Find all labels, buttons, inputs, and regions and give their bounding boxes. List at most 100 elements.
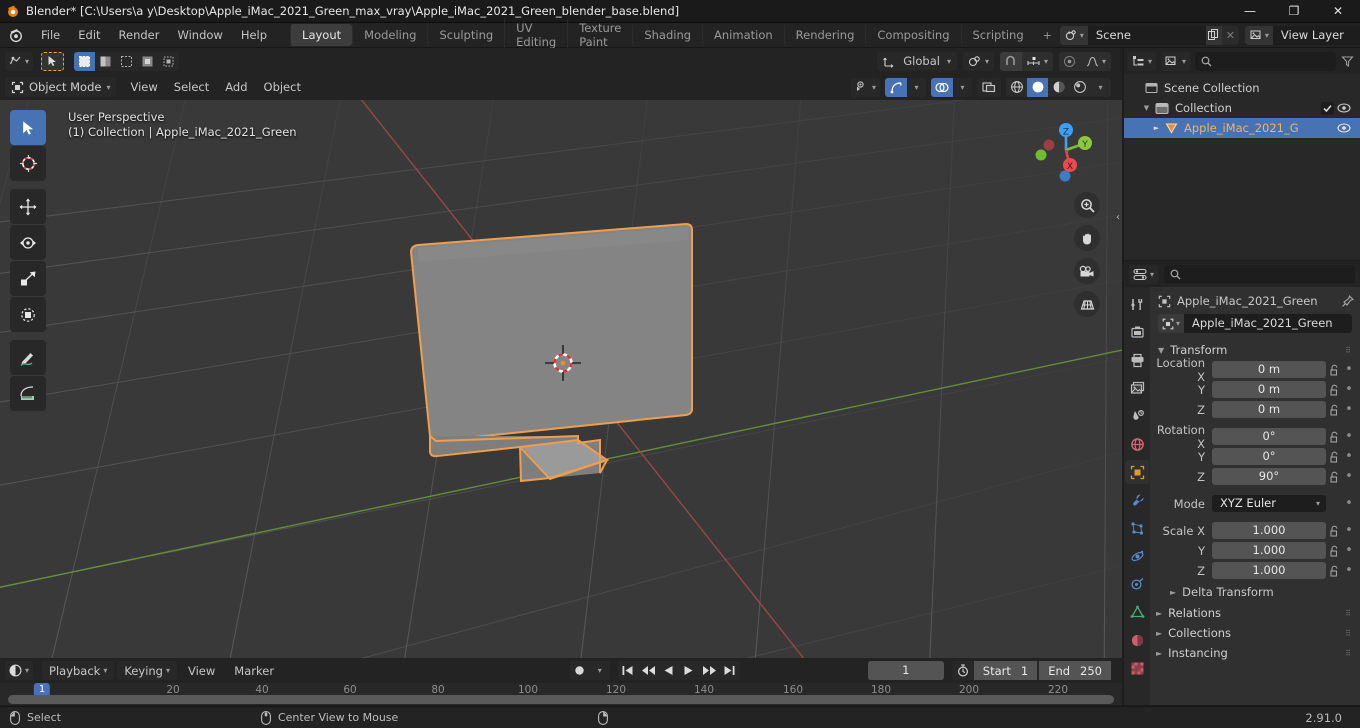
viewport-menu-view[interactable]: View	[122, 77, 165, 97]
workspace-tab-compositing[interactable]: Compositing	[865, 24, 960, 46]
animate-property-dot[interactable]: •	[1342, 429, 1356, 444]
disclosure-triangle-icon[interactable]: ▼	[1142, 104, 1151, 112]
outliner-row-scene-collection[interactable]: Scene Collection	[1124, 78, 1360, 98]
measure-tool[interactable]	[10, 376, 46, 411]
snap-magnet-icon[interactable]	[999, 51, 1022, 71]
frame-end-field[interactable]: End 250	[1039, 661, 1111, 680]
interaction-mode-dropdown[interactable]: Object Mode ▾	[5, 77, 117, 97]
tweak-tool-icon[interactable]	[41, 51, 65, 71]
visibility-selectability-dropdown[interactable]: ▾	[850, 77, 880, 97]
panel-drag-dots[interactable]: ⠿	[1345, 609, 1352, 618]
select-invert-icon[interactable]	[137, 52, 158, 71]
collection-visibility-eye-icon[interactable]	[1334, 103, 1354, 113]
properties-editor-type-icon[interactable]: ▾	[1129, 264, 1159, 284]
select-extend-icon[interactable]	[95, 52, 116, 71]
sidebar-toggle-arrow-icon[interactable]: ‹	[1116, 212, 1120, 223]
pan-hand-icon[interactable]	[1074, 225, 1100, 251]
panel-collapse-triangle-icon[interactable]: ►	[1156, 609, 1162, 618]
transform-orientation-dropdown[interactable]: Global ▾	[877, 51, 957, 71]
jump-to-next-keyframe-icon[interactable]	[699, 661, 720, 680]
outliner-display-mode-dropdown[interactable]: ▾	[1161, 51, 1191, 71]
rotation-z-row[interactable]: Z 90° •	[1154, 467, 1356, 486]
scale-y-row[interactable]: Y 1.000 •	[1154, 541, 1356, 560]
show-overlays-icon[interactable]	[931, 77, 953, 97]
constraints-tab[interactable]	[1125, 572, 1149, 596]
disclosure-triangle-icon[interactable]: ►	[1152, 124, 1161, 132]
transform-tool[interactable]	[10, 297, 46, 332]
animate-property-dot[interactable]: •	[1342, 523, 1356, 538]
select-set-icon[interactable]	[74, 51, 96, 71]
lock-icon[interactable]	[1326, 565, 1342, 577]
outliner-row-collection[interactable]: ▼ Collection	[1124, 98, 1360, 118]
frame-start-field[interactable]: Start 1	[973, 661, 1038, 680]
object-data-tab[interactable]	[1125, 600, 1149, 624]
animate-property-dot[interactable]: •	[1342, 543, 1356, 558]
menu-file[interactable]: File	[32, 25, 69, 45]
scale-x-value[interactable]: 1.000	[1212, 522, 1326, 539]
cursor-tool[interactable]	[10, 146, 46, 181]
panel-drag-dots[interactable]: ⠿	[1345, 346, 1352, 355]
rotation-y-row[interactable]: Y 0° •	[1154, 447, 1356, 466]
animate-property-dot[interactable]: •	[1342, 469, 1356, 484]
shading-rendered-icon[interactable]	[1069, 78, 1090, 97]
location-x-value[interactable]: 0 m	[1212, 361, 1326, 378]
lock-icon[interactable]	[1326, 451, 1342, 463]
zoom-icon[interactable]	[1074, 192, 1100, 218]
3d-viewport[interactable]: User Perspective (1) Collection | Apple_…	[0, 100, 1122, 658]
scale-z-row[interactable]: Z 1.000 •	[1154, 561, 1356, 580]
select-subtract-icon[interactable]	[116, 52, 137, 71]
physics-tab[interactable]	[1125, 544, 1149, 568]
play-icon[interactable]	[679, 661, 699, 680]
shading-solid-icon[interactable]	[1027, 77, 1048, 97]
lock-icon[interactable]	[1326, 431, 1342, 443]
workspace-tab-modeling[interactable]: Modeling	[352, 24, 427, 46]
outliner-search-input[interactable]	[1195, 51, 1336, 71]
texture-tab[interactable]	[1125, 656, 1149, 680]
proportional-editing-icon[interactable]	[1059, 52, 1081, 71]
blender-menu-icon[interactable]	[8, 27, 24, 43]
lock-icon[interactable]	[1326, 525, 1342, 537]
object-tab[interactable]	[1125, 460, 1149, 484]
render-tab[interactable]	[1125, 320, 1149, 344]
play-reverse-icon[interactable]	[659, 661, 679, 680]
annotate-tool[interactable]	[10, 340, 46, 375]
object-name-value[interactable]: Apple_iMac_2021_Green	[1184, 314, 1352, 333]
animate-property-dot[interactable]: •	[1342, 449, 1356, 464]
maximize-button[interactable]: ❐	[1272, 0, 1316, 23]
rotation-x-value[interactable]: 0°	[1212, 428, 1326, 445]
panel-expand-triangle-icon[interactable]: ▼	[1158, 346, 1164, 355]
workspace-tab-sculpting[interactable]: Sculpting	[427, 24, 504, 46]
workspace-tab-layout[interactable]: Layout	[290, 24, 353, 46]
use-preview-range-icon[interactable]	[952, 664, 974, 677]
scene-selector[interactable]: ▾ Scene ✕	[1059, 25, 1239, 45]
workspace-tab-scripting[interactable]: Scripting	[960, 24, 1035, 46]
view-layer-tab[interactable]	[1125, 376, 1149, 400]
location-y-value[interactable]: 0 m	[1212, 381, 1326, 398]
pivot-point-dropdown[interactable]: ▾	[962, 51, 994, 71]
playback-menu[interactable]: Playback ▾	[42, 661, 115, 680]
scene-browse-icon[interactable]: ▾	[1059, 25, 1088, 45]
viewport-menu-object[interactable]: Object	[256, 77, 309, 97]
toggle-xray-icon[interactable]	[977, 77, 1001, 97]
panel-drag-dots[interactable]: ⠿	[1345, 649, 1352, 658]
panel-collapse-triangle-icon[interactable]: ►	[1156, 649, 1162, 658]
location-z-value[interactable]: 0 m	[1212, 401, 1326, 418]
properties-search-input[interactable]	[1164, 264, 1355, 284]
auto-keying-icon[interactable]	[570, 661, 590, 680]
output-tab[interactable]	[1125, 348, 1149, 372]
menu-help[interactable]: Help	[232, 25, 276, 45]
outliner[interactable]: Scene Collection ▼ Collection ► Apple_iM…	[1124, 74, 1360, 260]
location-x-row[interactable]: Location X 0 m •	[1154, 356, 1356, 384]
panel-drag-dots[interactable]: ⠿	[1345, 629, 1352, 638]
location-y-row[interactable]: Y 0 m •	[1154, 380, 1356, 399]
navigation-gizmo[interactable]: Z Y X	[1034, 110, 1108, 184]
shading-settings-dropdown[interactable]: ▾	[1090, 78, 1111, 97]
collection-checkbox[interactable]	[1321, 101, 1334, 115]
current-frame-field[interactable]: 1	[867, 661, 944, 680]
scale-y-value[interactable]: 1.000	[1212, 542, 1326, 559]
gizmo-settings-dropdown[interactable]: ▾	[907, 77, 926, 97]
add-workspace-button[interactable]: +	[1035, 26, 1060, 45]
rotation-x-row[interactable]: Rotation X 0° •	[1154, 423, 1356, 451]
collections-panel-header[interactable]: ► Collections ⠿	[1150, 623, 1360, 643]
new-scene-icon[interactable]	[1205, 25, 1222, 45]
